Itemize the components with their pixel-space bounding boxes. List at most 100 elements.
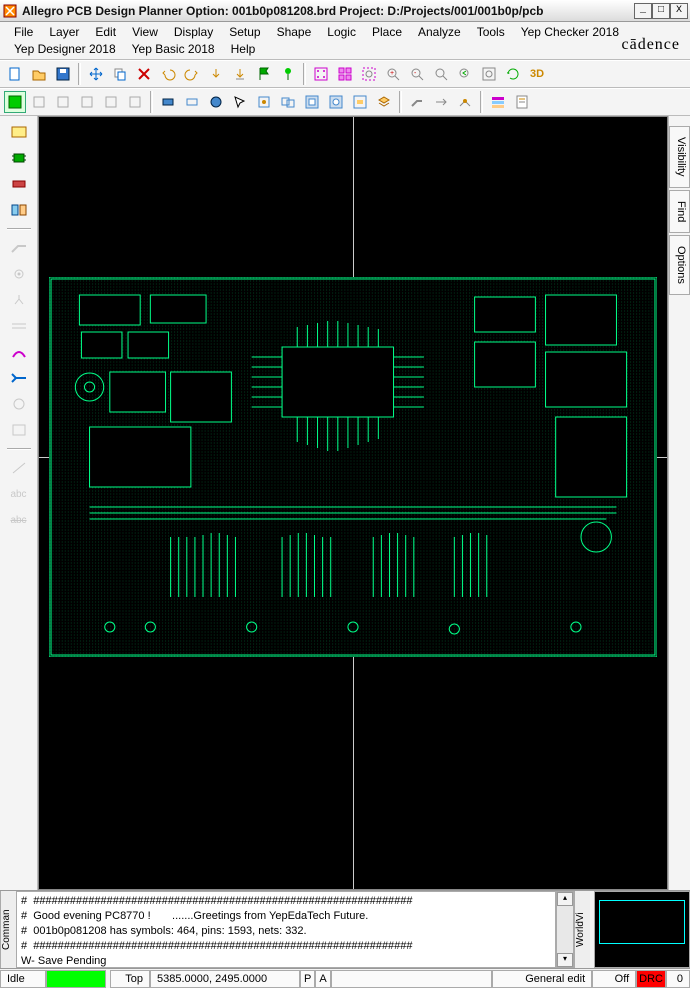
text-icon[interactable]: abc (6, 482, 32, 506)
status-a[interactable]: A (315, 970, 330, 988)
mode-etch-icon[interactable] (52, 91, 74, 113)
save-icon[interactable] (52, 63, 74, 85)
place-part-icon[interactable] (6, 172, 32, 196)
net-icon[interactable] (6, 340, 32, 364)
vertex-icon[interactable] (454, 91, 476, 113)
status-mode[interactable]: General edit (492, 970, 592, 988)
menu-tools[interactable]: Tools (469, 24, 513, 40)
place-chip-icon[interactable] (6, 146, 32, 170)
zoom-prev-icon[interactable] (454, 63, 476, 85)
status-drc[interactable]: DRC (636, 970, 666, 988)
edit-shape-icon[interactable] (253, 91, 275, 113)
menu-file[interactable]: File (6, 24, 41, 40)
status-p[interactable]: P (300, 970, 315, 988)
pin-icon[interactable] (277, 63, 299, 85)
shape-rect2-icon[interactable] (181, 91, 203, 113)
mode-shape-icon[interactable] (100, 91, 122, 113)
redo-icon[interactable] (181, 63, 203, 85)
text2-icon[interactable]: abc (6, 508, 32, 532)
zoom-sel-icon[interactable] (358, 63, 380, 85)
worldview[interactable] (594, 891, 690, 968)
tab-visibility[interactable]: Visibility (669, 126, 690, 188)
bus-icon[interactable] (6, 366, 32, 390)
scroll-track[interactable] (557, 906, 573, 953)
place-manual-icon[interactable] (6, 120, 32, 144)
left-toolbar: abc abc (0, 116, 38, 890)
menu-place[interactable]: Place (364, 24, 410, 40)
3d-icon[interactable]: 3D (526, 63, 548, 85)
drc-icon[interactable] (6, 418, 32, 442)
mode-signal-icon[interactable] (76, 91, 98, 113)
swap-icon[interactable] (6, 198, 32, 222)
zoom-out-icon[interactable]: - (406, 63, 428, 85)
status-layer[interactable]: Top (110, 970, 150, 988)
new-icon[interactable] (4, 63, 26, 85)
menu-yep-checker[interactable]: Yep Checker 2018 (513, 24, 627, 40)
diff-icon[interactable] (6, 314, 32, 338)
worldview-tab-label[interactable]: WorldVi (574, 891, 590, 968)
down-icon[interactable] (205, 63, 227, 85)
drill-icon[interactable] (6, 392, 32, 416)
open-icon[interactable] (28, 63, 50, 85)
svg-text:+: + (390, 70, 394, 77)
menu-layer[interactable]: Layer (41, 24, 87, 40)
tab-find[interactable]: Find (669, 190, 690, 233)
menu-logic[interactable]: Logic (319, 24, 364, 40)
fanout-icon[interactable] (6, 288, 32, 312)
design-canvas[interactable] (38, 116, 668, 890)
menu-setup[interactable]: Setup (221, 24, 268, 40)
menu-edit[interactable]: Edit (87, 24, 124, 40)
maximize-button[interactable]: □ (652, 3, 670, 19)
menu-yep-basic[interactable]: Yep Basic 2018 (124, 41, 223, 57)
copy-icon[interactable] (109, 63, 131, 85)
menu-help[interactable]: Help (223, 41, 264, 57)
island-icon[interactable] (349, 91, 371, 113)
undo-icon[interactable] (157, 63, 179, 85)
minimize-button[interactable]: _ (634, 3, 652, 19)
void-circ-icon[interactable] (325, 91, 347, 113)
void-rect-icon[interactable] (301, 91, 323, 113)
shape-circle-icon[interactable] (205, 91, 227, 113)
layers-icon[interactable] (373, 91, 395, 113)
mode-general-icon[interactable] (4, 91, 26, 113)
console-scrollbar[interactable]: ▴ ▾ (556, 891, 574, 968)
menu-view[interactable]: View (124, 24, 166, 40)
delete-icon[interactable] (133, 63, 155, 85)
console-line: # ######################################… (21, 940, 413, 952)
merge-icon[interactable] (277, 91, 299, 113)
tab-options[interactable]: Options (669, 235, 690, 295)
app-icon (2, 3, 18, 19)
flag-icon[interactable] (253, 63, 275, 85)
report-icon[interactable] (511, 91, 533, 113)
status-off[interactable]: Off (592, 970, 636, 988)
route-icon[interactable] (6, 236, 32, 260)
menu-shape[interactable]: Shape (269, 24, 320, 40)
via-icon[interactable] (6, 262, 32, 286)
move-icon[interactable] (85, 63, 107, 85)
line-icon[interactable] (6, 456, 32, 480)
select-icon[interactable] (229, 91, 251, 113)
grid2-icon[interactable] (334, 63, 356, 85)
trace-icon[interactable] (406, 91, 428, 113)
close-button[interactable]: X (670, 3, 688, 19)
mode-dim-icon[interactable] (124, 91, 146, 113)
slide-icon[interactable] (430, 91, 452, 113)
shape-rect-icon[interactable] (157, 91, 179, 113)
zoom-fit-icon[interactable] (430, 63, 452, 85)
command-tab-label[interactable]: Comman (0, 891, 16, 968)
zoom-in-icon[interactable]: + (382, 63, 404, 85)
mode-place-icon[interactable] (28, 91, 50, 113)
zoom-all-icon[interactable] (478, 63, 500, 85)
constraint-icon[interactable] (487, 91, 509, 113)
down2-icon[interactable] (229, 63, 251, 85)
menu-analyze[interactable]: Analyze (410, 24, 469, 40)
menu-display[interactable]: Display (166, 24, 221, 40)
scroll-down-icon[interactable]: ▾ (557, 953, 573, 967)
workspace: abc abc (0, 116, 690, 890)
command-console[interactable]: # ######################################… (16, 891, 556, 968)
menu-yep-designer[interactable]: Yep Designer 2018 (6, 41, 124, 57)
window-title: Allegro PCB Design Planner Option: 001b0… (22, 4, 634, 18)
scroll-up-icon[interactable]: ▴ (557, 892, 573, 906)
refresh-icon[interactable] (502, 63, 524, 85)
grid-icon[interactable] (310, 63, 332, 85)
